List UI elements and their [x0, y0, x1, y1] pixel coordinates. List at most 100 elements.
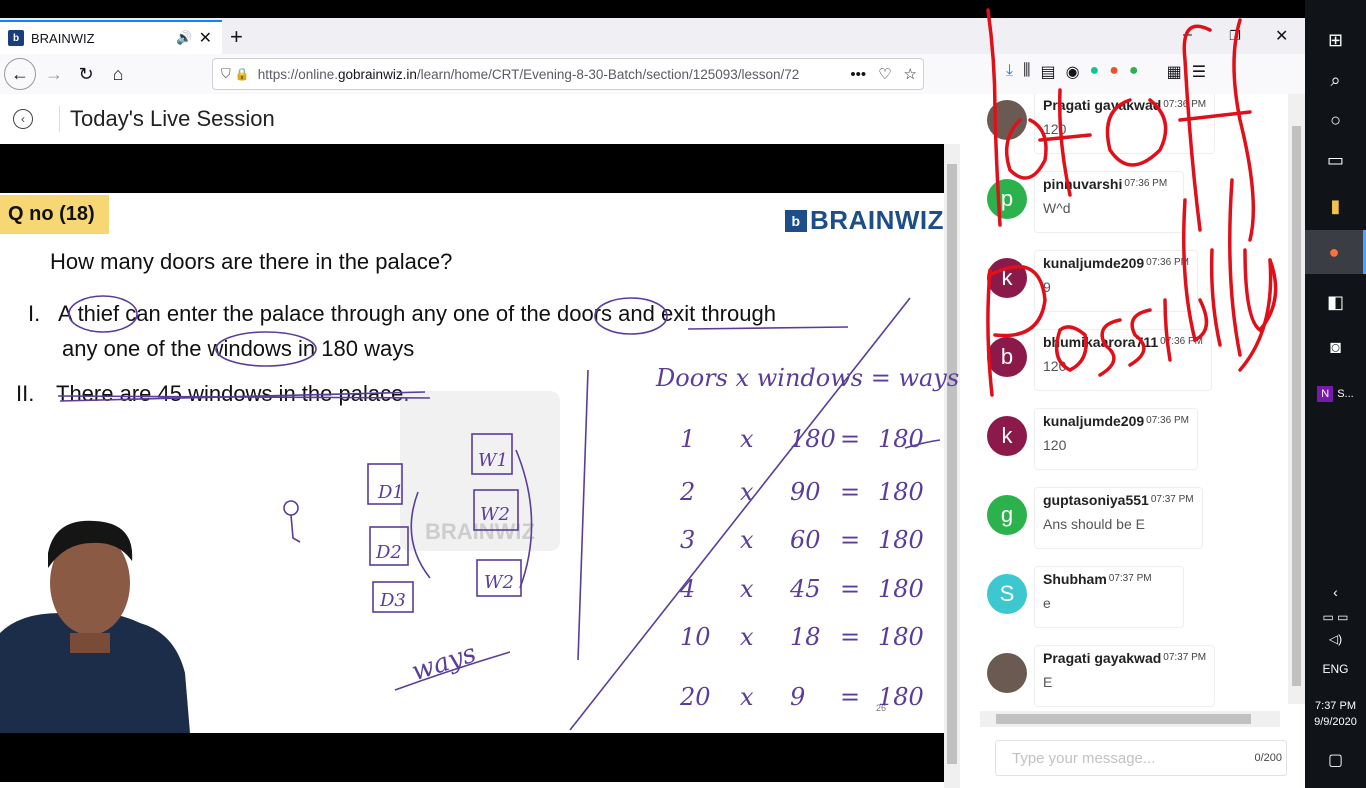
chat-input-box[interactable]: 0/200 [995, 740, 1287, 776]
library-icon[interactable]: ⫼ [1023, 62, 1030, 82]
firefox-icon[interactable]: ● [1305, 230, 1366, 274]
bookmark-star-icon[interactable]: ☆ [904, 65, 917, 83]
message-time: 07:36 PM [1124, 178, 1168, 189]
user-avatar [987, 653, 1027, 693]
page-actions-button[interactable]: ••• [850, 66, 866, 83]
sender-name: kunaljumde209 [1043, 255, 1145, 271]
top-black-strip [0, 0, 944, 18]
sidebar-icon[interactable]: ▤ [1040, 62, 1055, 82]
page-scroll-thumb[interactable] [947, 164, 957, 764]
user-avatar: p [987, 179, 1027, 219]
webcam-app-icon[interactable]: ◧ [1305, 280, 1366, 324]
home-button[interactable]: ⌂ [102, 58, 134, 90]
brand-text: BRAINWIZ [810, 205, 944, 235]
chat-message: Pragati gayakwad 07:37 PM E [976, 639, 1276, 709]
lesson-page: ‹ Today's Live Session Q no (18) b BRAINW… [0, 94, 960, 788]
message-bubble: kunaljumde209 07:36 PM 9 [1034, 250, 1198, 312]
clock-time[interactable]: 7:37 PM [1305, 700, 1366, 712]
brainwiz-watermark: BRAINWIZ [400, 391, 560, 551]
menu-icon[interactable]: ☰ [1192, 62, 1206, 82]
video-player[interactable]: Q no (18) b BRAINWIZ How many doors are t… [0, 144, 944, 782]
sender-name: kunaljumde209 [1043, 413, 1145, 429]
task-view-icon[interactable]: ▭ [1305, 138, 1366, 182]
chat-message: p pinnuvarshi 07:36 PM W^d [976, 165, 1276, 235]
language-indicator[interactable]: ENG [1305, 662, 1366, 676]
speaker-icon[interactable]: 🔊 [176, 30, 192, 46]
downloads-icon[interactable]: ⤓ [1006, 62, 1013, 82]
user-avatar [987, 100, 1027, 140]
file-explorer-icon[interactable]: ▮ [1305, 184, 1366, 228]
sender-name: bhumikaarora711 [1043, 334, 1159, 350]
message-time: 07:37 PM [1163, 652, 1207, 663]
message-text: 120 [1043, 121, 1067, 137]
message-text: 120 [1043, 437, 1067, 453]
browser-chrome: b BRAINWIZ 🔊 ✕ + – ❐ ✕ ← → ↻ ⌂ ⛉ 🔒 https… [0, 18, 1305, 94]
message-time: 07:36 PM [1160, 336, 1203, 347]
tracking-shield-icon[interactable]: ⛉ [221, 66, 231, 82]
windows-taskbar: ⊞ ⌕ ○ ▭ ▮ ● ◧ ◙ N S... ‹ ▭ ▭ ◁) ENG 7:37 … [1305, 0, 1366, 788]
windows-start-icon[interactable]: ⊞ [1305, 18, 1366, 62]
url-text[interactable]: https://online.gobrainwiz.in/learn/home/… [258, 67, 845, 82]
page-scrollbar[interactable] [944, 144, 960, 788]
message-time: 07:36 PM [1146, 415, 1189, 426]
onenote-label: S... [1337, 388, 1354, 400]
grammarly-icon[interactable]: ● [1090, 62, 1100, 82]
clock-date[interactable]: 9/9/2020 [1305, 716, 1366, 728]
search-icon[interactable]: ⌕ [1305, 58, 1366, 102]
volume-icon[interactable]: ◁) [1305, 632, 1366, 646]
restore-icon[interactable]: ❐ [1229, 28, 1241, 44]
pocket-icon[interactable]: ♡ [878, 65, 891, 83]
chat-message-input[interactable] [1012, 749, 1212, 767]
message-time: 07:36 PM [1163, 99, 1207, 110]
toolbar-icons: ⤓ ⫼ ▤ ◉ ● ● ● ▦ ☰ [1006, 62, 1206, 82]
user-avatar: g [987, 495, 1027, 535]
back-arrow-icon[interactable]: ‹ [13, 109, 33, 129]
minimize-icon[interactable]: – [1183, 26, 1192, 44]
gift-icon[interactable]: ▦ [1167, 62, 1182, 82]
network-icon[interactable]: ▭ ▭ [1305, 610, 1366, 624]
back-button[interactable]: ← [4, 58, 36, 90]
message-text: e [1043, 595, 1051, 611]
message-text: 9 [1043, 279, 1051, 295]
char-counter: 0/200 [1254, 752, 1282, 764]
chat-message: k kunaljumde209 07:36 PM 9 [976, 244, 1276, 314]
chat-message-list[interactable]: Pragati gayakwad 07:36 PM 120 p pinnuvarshi 0… [976, 94, 1276, 714]
statement-2-label: II. [16, 381, 35, 406]
forward-button[interactable]: → [38, 58, 70, 90]
reload-button[interactable]: ↻ [70, 58, 102, 90]
user-avatar: S [987, 574, 1027, 614]
url-domain: gobrainwiz.in [338, 66, 417, 82]
cortana-icon[interactable]: ○ [1305, 98, 1366, 142]
user-avatar: b [987, 337, 1027, 377]
address-bar[interactable]: ⛉ 🔒 https://online.gobrainwiz.in/learn/h… [212, 58, 924, 90]
onenote-icon[interactable]: N S... [1305, 372, 1366, 416]
message-text: 120 [1043, 358, 1067, 374]
chat-scrollbar[interactable] [1288, 94, 1305, 704]
message-bubble: kunaljumde209 07:36 PM 120 [1034, 408, 1198, 470]
chat-hscroll-thumb[interactable] [996, 714, 1251, 724]
chevron-up-icon[interactable]: ‹ [1305, 584, 1366, 600]
close-tab-icon[interactable]: ✕ [199, 28, 212, 48]
notifications-icon[interactable]: ▢ [1305, 750, 1366, 770]
message-bubble: guptasoniya551 07:37 PM Ans should be E [1034, 487, 1203, 549]
message-time: 07:37 PM [1150, 494, 1194, 505]
message-bubble: Pragati gayakwad 07:36 PM 120 [1034, 94, 1216, 154]
chat-message: k kunaljumde209 07:36 PM 120 [976, 402, 1276, 472]
message-time: 07:37 PM [1108, 573, 1152, 584]
tab-brainwiz[interactable]: b BRAINWIZ 🔊 ✕ [0, 20, 222, 54]
extension-icon[interactable]: ● [1109, 62, 1119, 82]
camera-icon[interactable]: ◙ [1305, 325, 1366, 369]
tab-strip: b BRAINWIZ 🔊 ✕ + – ❐ ✕ [0, 18, 1305, 54]
brainwiz-logo: b BRAINWIZ [785, 205, 944, 236]
extension-green-icon[interactable]: ● [1129, 62, 1139, 82]
chat-panel: Pragati gayakwad 07:36 PM 120 p pinnuvarshi 0… [960, 94, 1305, 788]
chat-horizontal-scrollbar[interactable] [980, 711, 1280, 727]
chat-message: b bhumikaarora711 07:36 PM 120 [976, 323, 1276, 393]
chat-scroll-thumb[interactable] [1292, 126, 1301, 686]
statement-1-line2: any one of the windows in 180 ways [62, 336, 415, 361]
lock-icon[interactable]: 🔒 [235, 67, 250, 81]
new-tab-button[interactable]: + [230, 24, 243, 50]
window-close-icon[interactable]: ✕ [1275, 26, 1288, 46]
message-bubble: bhumikaarora711 07:36 PM 120 [1034, 329, 1212, 391]
account-icon[interactable]: ◉ [1066, 62, 1080, 82]
